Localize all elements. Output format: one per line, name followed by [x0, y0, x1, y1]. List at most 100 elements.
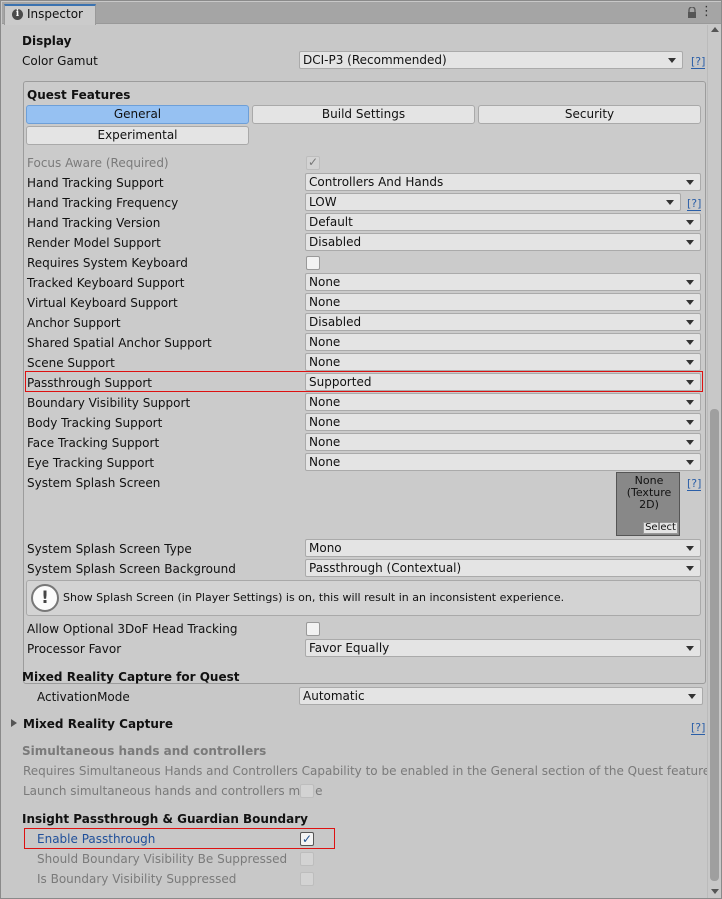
splash-screen-type-dropdown[interactable]: Mono	[305, 539, 701, 557]
mrc-quest-heading: Mixed Reality Capture for Quest	[22, 670, 240, 684]
chevron-down-icon	[686, 300, 694, 305]
chevron-down-icon	[686, 360, 694, 365]
dropdown-value: Disabled	[309, 235, 362, 249]
eye-tracking-support-dropdown[interactable]: None	[305, 453, 701, 471]
chevron-down-icon	[686, 440, 694, 445]
color-gamut-value: DCI-P3 (Recommended)	[303, 53, 447, 67]
hand-tracking-support-label: Hand Tracking Support	[27, 176, 164, 190]
warning-box: ! Show Splash Screen (in Player Settings…	[26, 580, 701, 616]
optional-3dof-checkbox[interactable]	[306, 622, 320, 636]
boundary-visibility-support-dropdown[interactable]: None	[305, 393, 701, 411]
scroll-up-icon[interactable]	[711, 27, 719, 32]
eye-tracking-support-label: Eye Tracking Support	[27, 456, 155, 470]
boundary-suppressed-checkbox	[300, 872, 314, 886]
dropdown-value: None	[309, 395, 341, 409]
texture-select-button[interactable]: Select	[643, 522, 678, 534]
hand-tracking-frequency-dropdown[interactable]: LOW	[305, 193, 681, 211]
dropdown-value: Mono	[309, 541, 342, 555]
shared-spatial-anchor-support-label: Shared Spatial Anchor Support	[27, 336, 212, 350]
dropdown-value: Default	[309, 215, 353, 229]
color-gamut-label: Color Gamut	[22, 54, 98, 68]
dropdown-value: None	[309, 415, 341, 429]
scrollbar-thumb[interactable]	[710, 409, 719, 881]
shared-spatial-anchor-support-dropdown[interactable]: None	[305, 333, 701, 351]
chevron-down-icon	[686, 180, 694, 185]
dropdown-value: None	[309, 295, 341, 309]
dropdown-value: None	[309, 335, 341, 349]
dropdown-value: Automatic	[303, 689, 365, 703]
texture-field[interactable]: None (Texture 2D) Select	[616, 472, 680, 536]
scene-support-label: Scene Support	[27, 356, 115, 370]
chevron-down-icon	[686, 646, 694, 651]
hand-tracking-frequency-label: Hand Tracking Frequency	[27, 196, 179, 210]
splash-screen-type-label: System Splash Screen Type	[27, 542, 192, 556]
simultaneous-note: Requires Simultaneous Hands and Controll…	[23, 764, 721, 778]
chevron-down-icon	[668, 58, 676, 63]
quest-features-panel: Quest Features General Build Settings Se…	[23, 81, 706, 684]
focus-aware-checkbox: ✓	[306, 155, 320, 170]
dropdown-value: Favor Equally	[309, 641, 390, 655]
dropdown-value: None	[309, 435, 341, 449]
chevron-down-icon	[686, 420, 694, 425]
color-gamut-dropdown[interactable]: DCI-P3 (Recommended)	[299, 51, 683, 69]
face-tracking-support-dropdown[interactable]: None	[305, 433, 701, 451]
lock-icon[interactable]	[687, 7, 697, 19]
virtual-keyboard-support-dropdown[interactable]: None	[305, 293, 701, 311]
tab-build-settings[interactable]: Build Settings	[252, 105, 475, 124]
tab-inspector[interactable]: i Inspector	[4, 4, 96, 25]
requires-system-keyboard-label: Requires System Keyboard	[27, 256, 188, 270]
tab-experimental-label: Experimental	[97, 128, 178, 142]
chevron-down-icon	[686, 340, 694, 345]
help-icon[interactable]: [?]	[691, 56, 706, 69]
render-model-support-dropdown[interactable]: Disabled	[305, 233, 701, 251]
tracked-keyboard-support-label: Tracked Keyboard Support	[27, 276, 185, 290]
system-splash-screen-label: System Splash Screen	[27, 476, 161, 490]
body-tracking-support-dropdown[interactable]: None	[305, 413, 701, 431]
anchor-support-dropdown[interactable]: Disabled	[305, 313, 701, 331]
suppress-boundary-checkbox	[300, 852, 314, 866]
face-tracking-support-label: Face Tracking Support	[27, 436, 160, 450]
tracked-keyboard-support-dropdown[interactable]: None	[305, 273, 701, 291]
hand-tracking-support-dropdown[interactable]: Controllers And Hands	[305, 173, 701, 191]
tab-build-settings-label: Build Settings	[321, 107, 406, 121]
dropdown-value: None	[309, 455, 341, 469]
texture-name-line2: (Texture 2D)	[626, 486, 672, 511]
chevron-down-icon	[686, 546, 694, 551]
scroll-down-icon[interactable]	[711, 889, 719, 894]
activation-mode-dropdown[interactable]: Automatic	[299, 687, 703, 705]
chevron-down-icon	[686, 400, 694, 405]
tab-experimental[interactable]: Experimental	[26, 126, 249, 145]
inspector-window: i Inspector ⋮ Display Color Gamut DCI-P3…	[0, 0, 722, 899]
help-icon[interactable]: [?]	[687, 478, 702, 491]
hand-tracking-version-dropdown[interactable]: Default	[305, 213, 701, 231]
processor-favor-dropdown[interactable]: Favor Equally	[305, 639, 701, 657]
mrc-foldout-header[interactable]: Mixed Reality Capture	[23, 716, 173, 732]
tab-security[interactable]: Security	[478, 105, 701, 124]
info-icon: i	[12, 9, 23, 20]
scene-support-dropdown[interactable]: None	[305, 353, 701, 371]
vertical-scrollbar[interactable]	[707, 25, 721, 898]
texture-name: None (Texture 2D)	[617, 475, 681, 511]
warning-text: Show Splash Screen (in Player Settings) …	[63, 591, 565, 604]
help-icon[interactable]: [?]	[691, 722, 706, 735]
foldout-arrow-icon[interactable]	[11, 719, 17, 727]
requires-system-keyboard-checkbox[interactable]	[306, 256, 320, 270]
chevron-down-icon	[666, 200, 674, 205]
kebab-menu-icon[interactable]: ⋮	[700, 5, 713, 19]
help-icon[interactable]: [?]	[687, 198, 702, 211]
splash-screen-background-dropdown[interactable]: Passthrough (Contextual)	[305, 559, 701, 577]
dropdown-value: Passthrough (Contextual)	[309, 561, 462, 575]
hand-tracking-version-label: Hand Tracking Version	[27, 216, 161, 230]
chevron-down-icon	[686, 566, 694, 571]
boundary-visibility-support-label: Boundary Visibility Support	[27, 396, 191, 410]
chevron-down-icon	[686, 280, 694, 285]
optional-3dof-label: Allow Optional 3DoF Head Tracking	[27, 622, 238, 636]
suppress-boundary-label: Should Boundary Visibility Be Suppressed	[37, 852, 288, 866]
chevron-down-icon	[686, 220, 694, 225]
launch-simultaneous-checkbox	[300, 784, 314, 798]
tab-security-label: Security	[564, 107, 615, 121]
dropdown-value: None	[309, 355, 341, 369]
chevron-down-icon	[688, 694, 696, 699]
tab-general[interactable]: General	[26, 105, 249, 124]
quest-features-heading: Quest Features	[27, 88, 131, 102]
